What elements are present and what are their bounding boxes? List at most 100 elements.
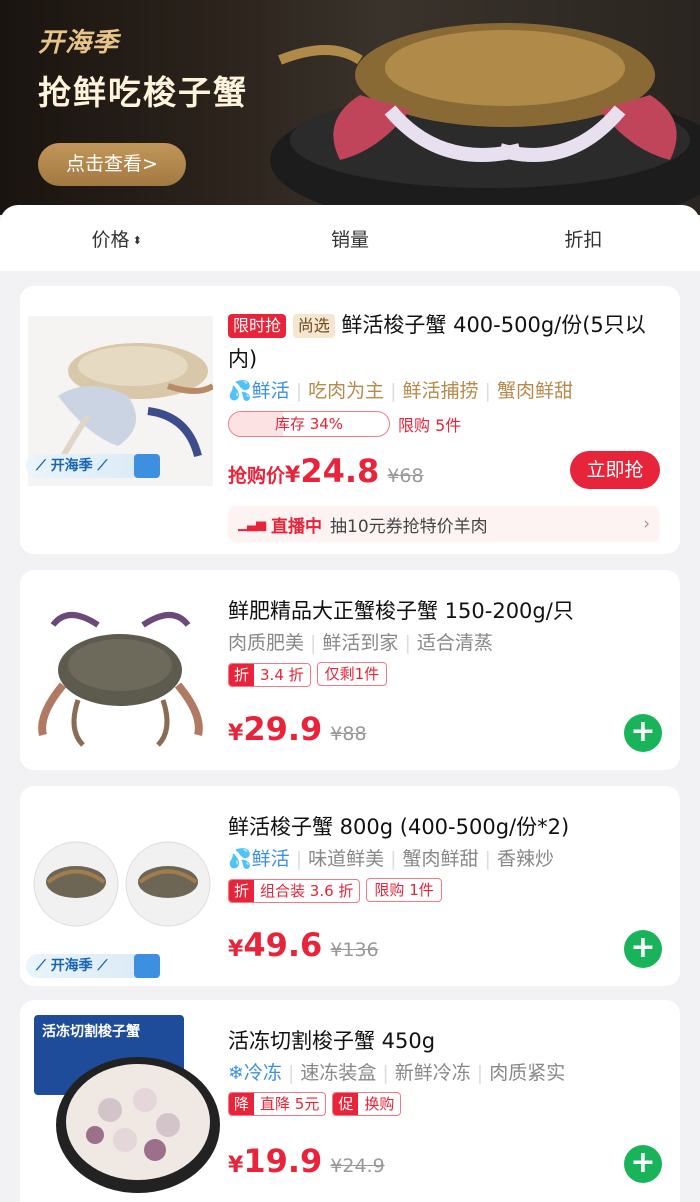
divider: | — [382, 1062, 389, 1084]
live-text: 抽10元券抢特价羊肉 — [330, 516, 488, 537]
live-label: 直播中 — [271, 516, 322, 537]
fresh-label: 鲜活 — [251, 848, 290, 870]
remaining-tag: 仅剩1件 — [316, 662, 388, 686]
price-drop-tag: 降直降 5元 — [228, 1092, 327, 1116]
badge-logo-icon — [134, 954, 160, 978]
discount-tag: 折组合装 3.6 折 — [228, 878, 361, 903]
exchange-tag: 促换购 — [332, 1092, 402, 1116]
promo-tags: 折组合装 3.6 折限购 1件 — [228, 878, 448, 903]
price: ¥29.9 ¥88 — [228, 710, 367, 748]
divider: | — [484, 380, 491, 402]
buy-now-button[interactable]: 立即抢 — [570, 451, 660, 489]
attr-3: 蟹肉鲜甜 — [496, 380, 573, 402]
attr-2: 新鲜冷冻 — [394, 1062, 471, 1084]
product-title: 限时抢 尚选 鲜活梭子蟹 400-500g/份(5只以内) — [228, 308, 666, 376]
discount-tag-value: 组合装 3.6 折 — [260, 881, 354, 900]
attr-2: 蟹肉鲜甜 — [402, 848, 479, 870]
sort-sales-label: 销量 — [330, 228, 369, 251]
stock-progress-bar: 库存 34% — [228, 411, 390, 437]
price: ¥19.9 ¥24.9 — [228, 1142, 385, 1180]
brand-logo: 开海季 — [38, 28, 120, 58]
attr-1: 速冻装盒 — [300, 1062, 377, 1084]
fresh-attr: 💦鲜活 — [228, 848, 290, 870]
attr-3: 适合清蒸 — [416, 632, 493, 654]
badge-logo-icon — [134, 454, 160, 478]
droplet-icon: 💦 — [228, 848, 252, 870]
divider: | — [287, 1062, 295, 1084]
sort-arrows-icon: ⬍ — [132, 233, 142, 247]
divider: | — [484, 848, 491, 870]
product-attributes: 💦鲜活 | 味道鲜美 | 蟹肉鲜甜 | 香辣炒 — [228, 844, 554, 871]
original-price: ¥24.9 — [330, 1155, 385, 1177]
product-title-text: 鲜活梭子蟹 400-500g/份(5只以内) — [228, 313, 646, 371]
sort-price-label: 价格 — [91, 228, 130, 251]
currency-symbol: ¥ — [228, 721, 244, 746]
product-attributes: 💦鲜活 | 吃肉为主 | 鲜活捕捞 | 蟹肉鲜甜 — [228, 376, 573, 403]
season-badge: ⟋ 开海季 ⟋ — [26, 454, 160, 478]
promo-tags: 折 3.4 折仅剩1件 — [228, 662, 393, 687]
divider: | — [476, 1062, 484, 1084]
fresh-label: 鲜活 — [251, 380, 290, 402]
add-to-cart-button[interactable]: + — [624, 714, 662, 752]
product-card[interactable]: 活冻切割梭子蟹 活冻切割梭子蟹 450g ❄冷冻 | 速冻装盒 | 新鲜冷冻 | 肉质紧实 … — [20, 1000, 680, 1202]
select-tag: 尚选 — [292, 314, 335, 338]
product-attributes: 肉质肥美 | 鲜活到家 | 适合清蒸 — [228, 628, 493, 655]
divider: | — [390, 848, 397, 870]
exchange-tag-value: 换购 — [364, 1095, 395, 1113]
attr-1: 味道鲜美 — [308, 848, 385, 870]
stock-label: 库存 34% — [274, 415, 344, 433]
price-prefix: 抢购价 — [228, 465, 286, 487]
sort-bar: 价格 ⬍ 销量 折扣 — [0, 205, 700, 271]
season-badge: ⟋ 开海季 ⟋ — [26, 954, 160, 978]
divider: | — [404, 632, 411, 654]
season-badge-label: 开海季 — [50, 458, 93, 474]
sort-discount-label: 折扣 — [564, 228, 603, 251]
attr-2: 鲜活到家 — [322, 632, 399, 654]
add-to-cart-button[interactable]: + — [624, 930, 662, 968]
currency-symbol: ¥ — [228, 1153, 244, 1178]
banner-headline: 抢鲜吃梭子蟹 — [38, 73, 248, 112]
product-card[interactable]: ⟋ 开海季 ⟋ 鲜活梭子蟹 800g (400-500g/份*2) 💦鲜活 | 味道… — [20, 786, 680, 986]
product-image — [28, 796, 213, 966]
attr-1: 吃肉为主 — [308, 380, 385, 402]
stock-row: 库存 34% 限购 5件 — [228, 411, 461, 437]
season-badge-label: 开海季 — [50, 958, 93, 974]
product-card[interactable]: ⟋ 开海季 ⟋ 限时抢 尚选 鲜活梭子蟹 400-500g/份(5只以内) 💦鲜… — [20, 286, 680, 554]
chevron-right-icon: › — [643, 514, 650, 534]
price-drop-tag-value: 直降 5元 — [260, 1095, 320, 1113]
add-to-cart-button[interactable]: + — [624, 1145, 662, 1183]
product-image — [56, 1057, 220, 1193]
promo-banner[interactable]: 开海季 抢鲜吃梭子蟹 点击查看> — [0, 0, 700, 215]
frozen-label: 冷冻 — [243, 1062, 282, 1084]
promo-tags: 降直降 5元促换购 — [228, 1092, 407, 1116]
sort-discount[interactable]: 折扣 — [467, 225, 700, 252]
price-drop-tag-prefix: 降 — [229, 1093, 255, 1115]
original-price: ¥68 — [387, 465, 424, 487]
attr-1: 肉质肥美 — [228, 632, 305, 654]
price-value: 24.8 — [300, 452, 380, 490]
product-title: 鲜肥精品大正蟹梭子蟹 150-200g/只 — [228, 599, 574, 623]
fresh-attr: 💦鲜活 — [228, 380, 290, 402]
box-label: 活冻切割梭子蟹 — [42, 1024, 140, 1040]
price-value: 19.9 — [243, 1142, 323, 1180]
discount-tag: 折 3.4 折 — [228, 662, 311, 687]
divider: | — [390, 380, 397, 402]
flash-sale-tag: 限时抢 — [228, 314, 287, 338]
currency-symbol: ¥ — [228, 937, 244, 962]
sort-sales[interactable]: 销量 — [233, 225, 466, 252]
exchange-tag-prefix: 促 — [333, 1093, 359, 1115]
snowflake-icon: ❄ — [228, 1062, 244, 1084]
divider: | — [310, 632, 317, 654]
live-bars-icon: ▁▃▅ — [238, 516, 266, 532]
product-card[interactable]: 鲜肥精品大正蟹梭子蟹 150-200g/只 肉质肥美 | 鲜活到家 | 适合清蒸 折 3.… — [20, 570, 680, 770]
product-attributes: ❄冷冻 | 速冻装盒 | 新鲜冷冻 | 肉质紧实 — [228, 1058, 565, 1085]
product-title: 鲜活梭子蟹 800g (400-500g/份*2) — [228, 815, 570, 839]
original-price: ¥136 — [330, 939, 379, 961]
sort-price[interactable]: 价格 ⬍ — [0, 225, 233, 252]
purchase-limit-tag: 限购 1件 — [366, 878, 442, 902]
currency-symbol: ¥ — [285, 463, 301, 488]
divider: | — [295, 848, 303, 870]
banner-view-button[interactable]: 点击查看> — [38, 143, 186, 186]
live-stream-banner[interactable]: ▁▃▅ 直播中 抽10元券抢特价羊肉 › — [228, 506, 660, 542]
price-value: 29.9 — [243, 710, 323, 748]
